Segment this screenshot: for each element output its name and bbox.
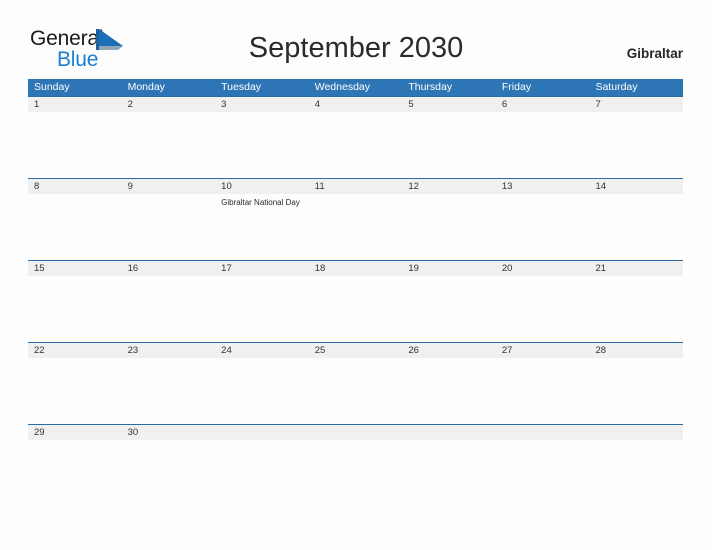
date-band: 22 23 24 25 26 27 28 — [28, 343, 683, 358]
day-cell[interactable] — [589, 358, 683, 424]
weekday-monday: Monday — [127, 81, 165, 93]
week-row: 15 16 17 18 19 20 21 — [28, 260, 683, 342]
date-band: 15 16 17 18 19 20 21 — [28, 261, 683, 276]
day-number[interactable]: 20 — [496, 261, 590, 276]
day-number — [309, 425, 403, 440]
day-cell[interactable] — [28, 358, 122, 424]
day-number[interactable]: 29 — [28, 425, 122, 440]
day-number[interactable]: 24 — [215, 343, 309, 358]
weekday-sunday: Sunday — [34, 81, 70, 93]
day-cell[interactable] — [122, 440, 216, 486]
day-cell[interactable] — [589, 194, 683, 260]
day-cell — [309, 440, 403, 486]
day-cell[interactable] — [589, 276, 683, 342]
day-cell[interactable] — [402, 276, 496, 342]
day-cell[interactable] — [215, 276, 309, 342]
day-cell[interactable] — [28, 276, 122, 342]
day-cell[interactable] — [402, 112, 496, 178]
day-number[interactable]: 26 — [402, 343, 496, 358]
day-number — [589, 425, 683, 440]
day-cell[interactable] — [309, 194, 403, 260]
event-band: Gibraltar National Day — [28, 194, 683, 260]
week-row: 1 2 3 4 5 6 7 — [28, 96, 683, 178]
day-cell[interactable] — [309, 112, 403, 178]
day-number — [496, 425, 590, 440]
day-number[interactable]: 27 — [496, 343, 590, 358]
day-number[interactable]: 12 — [402, 179, 496, 194]
weekday-thursday: Thursday — [408, 81, 453, 93]
calendar-table: Sunday Monday Tuesday Wednesday Thursday… — [28, 79, 683, 486]
day-number[interactable]: 8 — [28, 179, 122, 194]
day-number[interactable]: 5 — [402, 97, 496, 112]
day-cell-event[interactable]: Gibraltar National Day — [215, 194, 309, 260]
day-number[interactable]: 23 — [122, 343, 216, 358]
day-number[interactable]: 6 — [496, 97, 590, 112]
day-number[interactable]: 13 — [496, 179, 590, 194]
week-row: 22 23 24 25 26 27 28 — [28, 342, 683, 424]
week-row: 8 9 10 11 12 13 14 Gibraltar National Da… — [28, 178, 683, 260]
day-number[interactable]: 3 — [215, 97, 309, 112]
day-number[interactable]: 2 — [122, 97, 216, 112]
day-number[interactable]: 9 — [122, 179, 216, 194]
day-cell — [589, 440, 683, 486]
day-cell[interactable] — [122, 194, 216, 260]
day-cell — [402, 440, 496, 486]
date-band: 29 30 — [28, 425, 683, 440]
page-header: General Blue September 2030 Gibraltar — [0, 0, 712, 70]
day-cell[interactable] — [309, 276, 403, 342]
weekday-friday: Friday — [501, 81, 532, 93]
date-band: 8 9 10 11 12 13 14 — [28, 179, 683, 194]
day-cell[interactable] — [122, 112, 216, 178]
event-band — [28, 358, 683, 424]
page-title: September 2030 — [248, 32, 464, 64]
day-number[interactable]: 1 — [28, 97, 122, 112]
weekday-tuesday: Tuesday — [221, 81, 262, 93]
day-cell[interactable] — [122, 358, 216, 424]
weekday-header-row: Sunday Monday Tuesday Wednesday Thursday… — [28, 79, 683, 96]
day-cell[interactable] — [28, 440, 122, 486]
week-row: 29 30 — [28, 424, 683, 486]
day-number[interactable]: 14 — [589, 179, 683, 194]
day-number[interactable]: 18 — [309, 261, 403, 276]
event-band — [28, 276, 683, 342]
day-number[interactable]: 16 — [122, 261, 216, 276]
day-number[interactable]: 4 — [309, 97, 403, 112]
day-cell — [215, 440, 309, 486]
event-band — [28, 112, 683, 178]
day-number[interactable]: 25 — [309, 343, 403, 358]
day-cell[interactable] — [496, 358, 590, 424]
day-cell[interactable] — [28, 112, 122, 178]
day-cell[interactable] — [215, 112, 309, 178]
day-cell[interactable] — [402, 358, 496, 424]
date-band: 1 2 3 4 5 6 7 — [28, 97, 683, 112]
day-cell[interactable] — [496, 194, 590, 260]
day-number — [402, 425, 496, 440]
day-cell[interactable] — [589, 112, 683, 178]
day-number[interactable]: 22 — [28, 343, 122, 358]
day-cell — [496, 440, 590, 486]
event-band — [28, 440, 683, 486]
day-cell[interactable] — [215, 358, 309, 424]
day-cell[interactable] — [496, 276, 590, 342]
locale-label: Gibraltar — [626, 46, 683, 61]
day-cell[interactable] — [28, 194, 122, 260]
day-number[interactable]: 15 — [28, 261, 122, 276]
day-number[interactable]: 17 — [215, 261, 309, 276]
day-cell[interactable] — [496, 112, 590, 178]
day-number[interactable]: 7 — [589, 97, 683, 112]
day-number[interactable]: 11 — [309, 179, 403, 194]
day-number — [215, 425, 309, 440]
day-number[interactable]: 10 — [215, 179, 309, 194]
weekday-wednesday: Wednesday — [314, 81, 370, 93]
day-number[interactable]: 21 — [589, 261, 683, 276]
day-number[interactable]: 30 — [122, 425, 216, 440]
day-cell[interactable] — [122, 276, 216, 342]
day-number[interactable]: 28 — [589, 343, 683, 358]
day-number[interactable]: 19 — [402, 261, 496, 276]
day-cell[interactable] — [402, 194, 496, 260]
weekday-saturday: Saturday — [595, 81, 638, 93]
day-cell[interactable] — [309, 358, 403, 424]
